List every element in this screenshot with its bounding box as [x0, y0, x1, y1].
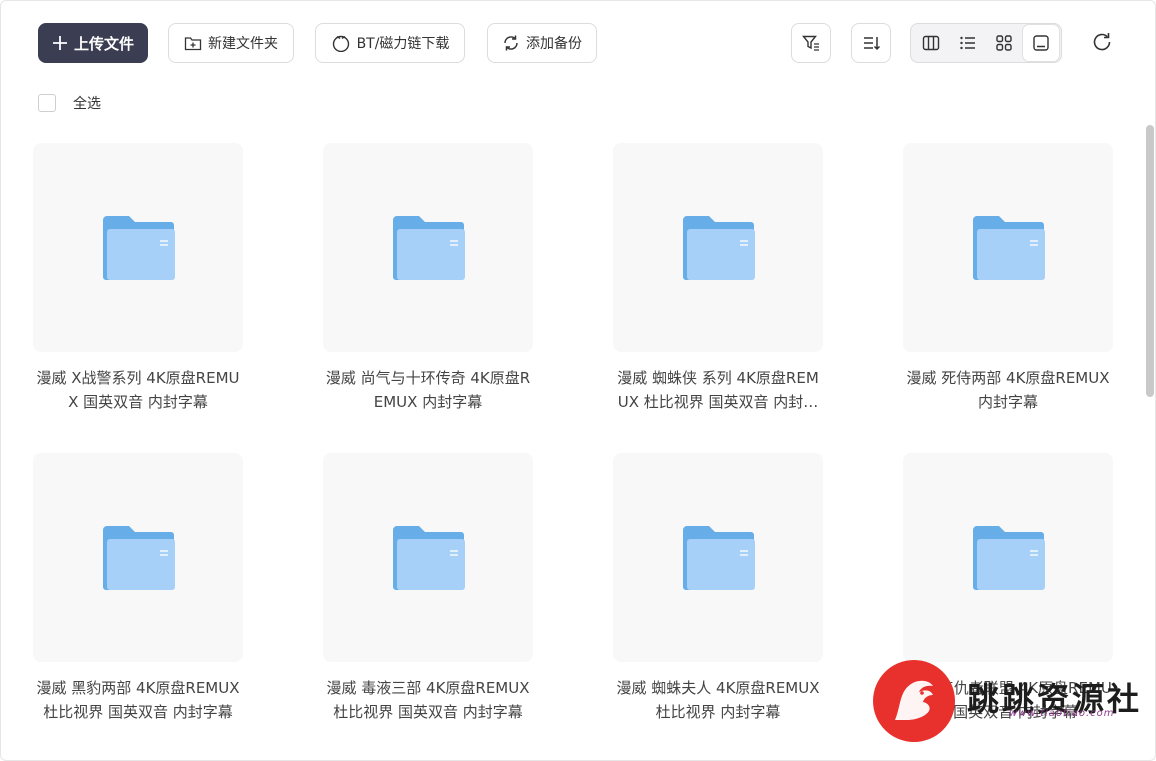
select-all-checkbox[interactable] — [38, 94, 56, 112]
folder-thumbnail[interactable] — [903, 143, 1113, 352]
new-folder-label: 新建文件夹 — [208, 36, 278, 52]
folder-thumbnail[interactable] — [323, 453, 533, 662]
file-name[interactable]: 漫威 毒液三部 4K原盘REMUX 杜比视界 国英双音 内封字幕 — [323, 676, 533, 724]
refresh-icon — [1093, 33, 1111, 51]
folder-icon — [973, 525, 1045, 590]
view-columns-button[interactable] — [913, 25, 950, 61]
thumbnail-icon — [1033, 35, 1049, 51]
watermark-subtitle: www.tiaotiao.com — [1009, 708, 1115, 719]
file-card[interactable]: 漫威 黑豹两部 4K原盘REMUX 杜比视界 国英双音 内封字幕 — [33, 453, 243, 724]
folder-thumbnail[interactable] — [903, 453, 1113, 662]
bt-icon — [332, 35, 349, 52]
bt-download-label: BT/磁力链下载 — [356, 36, 450, 52]
add-backup-label: 添加备份 — [526, 36, 582, 52]
add-backup-button[interactable]: 添加备份 — [487, 23, 597, 63]
sort-icon — [864, 37, 880, 51]
view-grid-button[interactable] — [986, 25, 1023, 61]
upload-label: 上传文件 — [73, 34, 134, 53]
file-name[interactable]: 漫威 蜘蛛夫人 4K原盘REMUX 杜比视界 内封字幕 — [613, 676, 823, 724]
file-name[interactable]: 漫威 X战警系列 4K原盘REMUX 国英双音 内封字幕 — [33, 366, 243, 414]
grid-icon — [996, 35, 1012, 51]
folder-icon — [393, 215, 465, 280]
file-name[interactable]: 漫威 尚气与十环传奇 4K原盘REMUX 内封字幕 — [323, 366, 533, 414]
file-card[interactable]: 漫威 蜘蛛侠 系列 4K原盘REMUX 杜比视界 国英双音 内封字幕 — [613, 143, 823, 414]
folder-icon — [973, 215, 1045, 280]
folder-thumbnail[interactable] — [33, 143, 243, 352]
file-card[interactable]: 漫威 蜘蛛夫人 4K原盘REMUX 杜比视界 内封字幕 — [613, 453, 823, 724]
select-all-label: 全选 — [73, 96, 101, 112]
scrollbar[interactable] — [1146, 125, 1154, 397]
columns-icon — [923, 35, 940, 51]
new-folder-button[interactable]: 新建文件夹 — [168, 23, 294, 63]
filter-button[interactable] — [791, 23, 831, 63]
folder-thumbnail[interactable] — [613, 143, 823, 352]
folder-thumbnail[interactable] — [613, 453, 823, 662]
folder-icon — [683, 525, 755, 590]
view-thumbnail-button[interactable] — [1022, 25, 1059, 61]
file-name[interactable]: 漫威 黑豹两部 4K原盘REMUX 杜比视界 国英双音 内封字幕 — [33, 676, 243, 724]
sync-icon — [504, 35, 518, 51]
bt-download-button[interactable]: BT/磁力链下载 — [315, 23, 465, 63]
view-list-button[interactable] — [950, 25, 987, 61]
upload-button[interactable]: 上传文件 — [38, 23, 148, 63]
folder-icon — [393, 525, 465, 590]
file-name[interactable]: 漫威 死侍两部 4K原盘REMUX 内封字幕 — [903, 366, 1113, 414]
file-card[interactable]: 漫威 毒液三部 4K原盘REMUX 杜比视界 国英双音 内封字幕 — [323, 453, 533, 724]
file-manager-window: 上传文件 新建文件夹 BT/磁力链下载 添加备份 全选 漫威 X战警系列 4K原… — [0, 0, 1156, 761]
file-card[interactable]: 漫威 死侍两部 4K原盘REMUX 内封字幕 — [903, 143, 1113, 414]
select-all[interactable]: 全选 — [38, 93, 101, 113]
list-icon — [960, 36, 975, 50]
file-name[interactable]: 漫威 蜘蛛侠 系列 4K原盘REMUX 杜比视界 国英双音 内封字幕 — [613, 366, 823, 414]
watermark-dragon-icon — [873, 660, 955, 742]
folder-icon — [103, 525, 175, 590]
folder-plus-icon — [184, 37, 202, 51]
plus-icon — [52, 36, 67, 50]
watermark-logo: 跳跳资源社 www.tiaotiao.com — [871, 658, 1151, 748]
file-card[interactable]: 漫威 X战警系列 4K原盘REMUX 国英双音 内封字幕 — [33, 143, 243, 414]
filter-icon — [802, 35, 819, 51]
folder-icon — [103, 215, 175, 280]
folder-thumbnail[interactable] — [323, 143, 533, 352]
folder-icon — [683, 215, 755, 280]
view-mode-switcher — [910, 23, 1062, 63]
refresh-button[interactable] — [1089, 29, 1115, 55]
toolbar: 上传文件 新建文件夹 BT/磁力链下载 添加备份 — [1, 1, 1155, 85]
file-card[interactable]: 漫威 尚气与十环传奇 4K原盘REMUX 内封字幕 — [323, 143, 533, 414]
sort-button[interactable] — [851, 23, 891, 63]
folder-thumbnail[interactable] — [33, 453, 243, 662]
